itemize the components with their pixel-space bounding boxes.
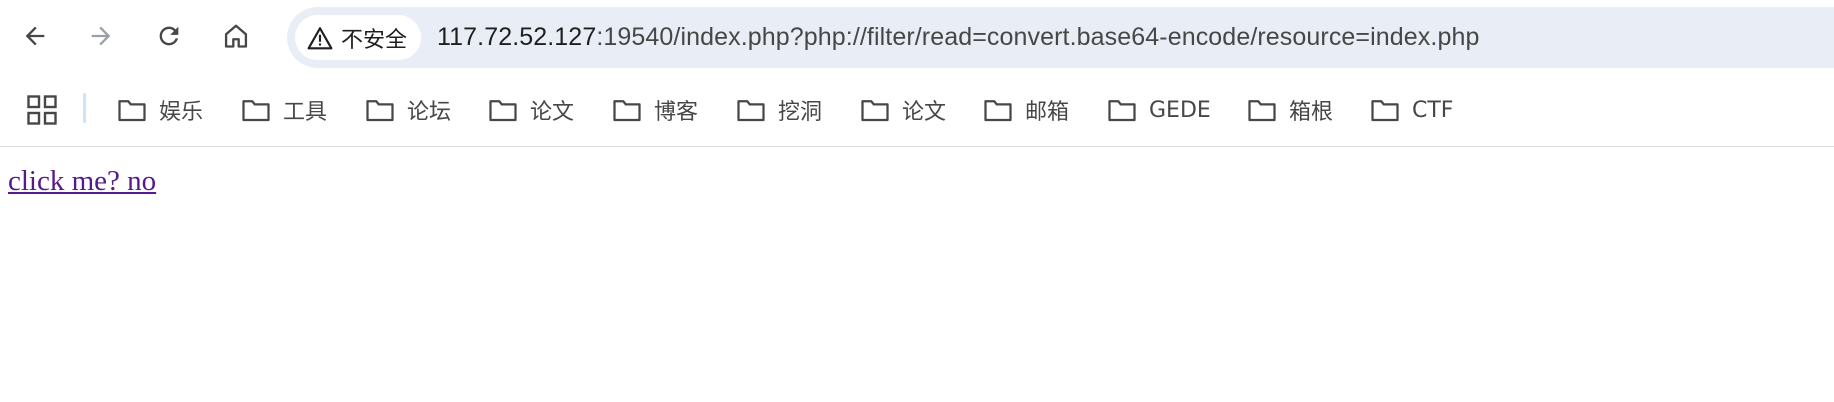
folder-icon xyxy=(613,100,641,122)
bookmark-label: 邮箱 xyxy=(1025,100,1070,125)
folder-icon xyxy=(737,100,765,122)
bookmark-folder-youxiang[interactable]: 邮箱 xyxy=(983,88,1069,132)
url-text[interactable]: 117.72.52.127:19540/index.php?php://filt… xyxy=(437,7,1479,68)
folder-icon xyxy=(489,100,517,122)
apps-grid-icon xyxy=(27,95,57,125)
bookmark-label: CTF xyxy=(1412,97,1454,123)
bookmarks-bar: 娱乐 工具 论坛 论文 博客 挖洞 论文 邮箱 GEDE 箱根 CTF xyxy=(0,76,1834,147)
bookmark-label: 博客 xyxy=(654,100,699,125)
folder-icon xyxy=(1108,100,1136,122)
bookmark-folder-lunwen-2[interactable]: 论文 xyxy=(860,88,946,132)
bookmark-label: GEDE xyxy=(1149,97,1211,123)
home-icon xyxy=(224,24,248,48)
address-bar[interactable]: 不安全 117.72.52.127:19540/index.php?php://… xyxy=(287,7,1834,68)
security-status-label: 不安全 xyxy=(341,27,408,53)
browser-toolbar: 不安全 117.72.52.127:19540/index.php?php://… xyxy=(0,0,1834,76)
folder-icon xyxy=(1371,100,1399,122)
reload-button[interactable] xyxy=(149,16,189,56)
folder-icon xyxy=(861,100,889,122)
url-host: 117.72.52.127 xyxy=(437,23,597,51)
home-button[interactable] xyxy=(216,16,256,56)
apps-button[interactable] xyxy=(24,92,60,128)
bookmark-label: 娱乐 xyxy=(159,100,204,125)
forward-arrow-icon xyxy=(91,26,111,46)
bookmark-folder-luntan[interactable]: 论坛 xyxy=(365,88,451,132)
bookmark-folder-gede[interactable]: GEDE xyxy=(1107,88,1211,132)
warning-triangle-icon xyxy=(307,26,333,49)
security-status-chip[interactable]: 不安全 xyxy=(295,15,422,60)
reload-icon xyxy=(159,26,179,46)
bookmark-label: 论文 xyxy=(530,100,575,125)
forward-button[interactable] xyxy=(81,16,121,56)
back-arrow-icon xyxy=(25,26,45,46)
bookmark-folder-gongju[interactable]: 工具 xyxy=(241,88,327,132)
bookmark-folder-ctf[interactable]: CTF xyxy=(1370,88,1453,132)
bookmark-folder-lunwen[interactable]: 论文 xyxy=(488,88,574,132)
click-me-link[interactable]: click me? no xyxy=(8,165,156,198)
folder-icon xyxy=(118,100,146,122)
folder-icon xyxy=(242,100,270,122)
back-button[interactable] xyxy=(15,16,55,56)
folder-icon xyxy=(984,100,1012,122)
bookmark-folder-xianggen[interactable]: 箱根 xyxy=(1247,88,1333,132)
page-content: click me? no xyxy=(0,147,1834,402)
bookmark-label: 挖洞 xyxy=(778,100,823,125)
bookmark-folder-yule[interactable]: 娱乐 xyxy=(117,88,203,132)
bookmarks-separator xyxy=(83,93,86,123)
bookmark-folder-wadong[interactable]: 挖洞 xyxy=(736,88,822,132)
bookmark-label: 论坛 xyxy=(407,100,452,125)
folder-icon xyxy=(366,100,394,122)
folder-icon xyxy=(1248,100,1276,122)
bookmark-label: 工具 xyxy=(283,100,328,125)
url-path: :19540/index.php?php://filter/read=conve… xyxy=(596,23,1480,51)
bookmark-folder-boke[interactable]: 博客 xyxy=(612,88,698,132)
bookmark-label: 论文 xyxy=(902,100,947,125)
bookmark-label: 箱根 xyxy=(1289,100,1334,125)
